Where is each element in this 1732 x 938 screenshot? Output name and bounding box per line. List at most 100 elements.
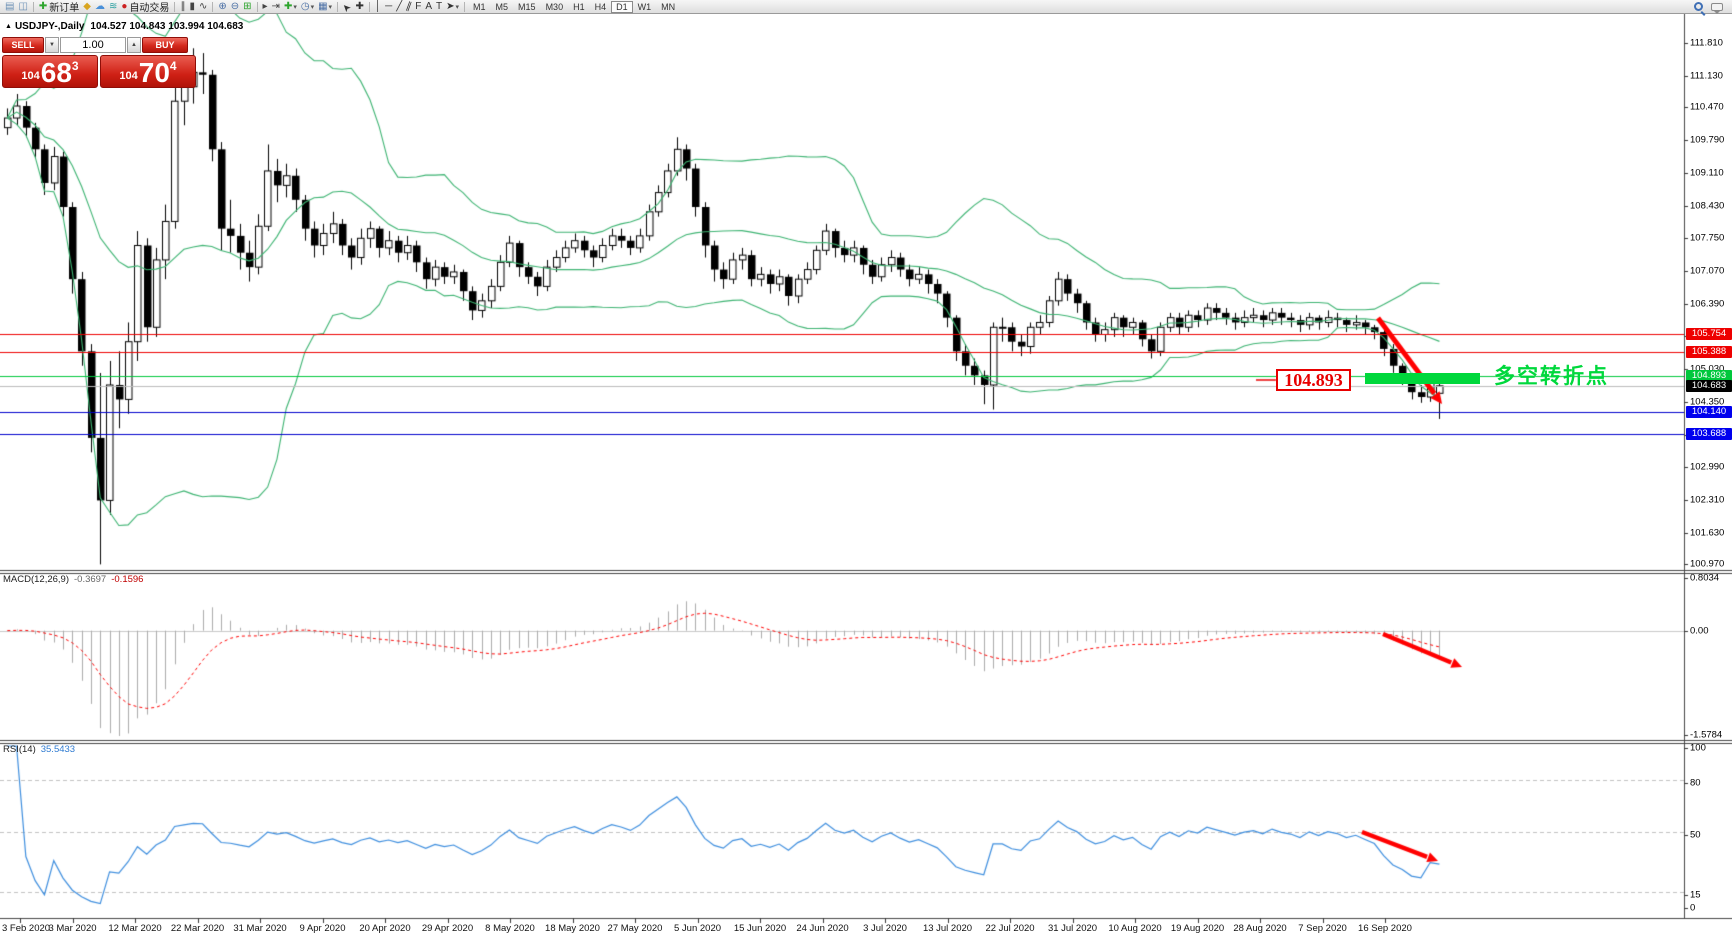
rsi-indicator-label: RSI(14)35.5433	[3, 744, 75, 755]
price-axis-label: 111.810	[1690, 38, 1723, 49]
timeframe-mn-button[interactable]: MN	[656, 1, 680, 13]
bar-chart-mode-icon: ∥	[180, 1, 185, 13]
price-axis-tag: 104.140	[1686, 406, 1732, 418]
date-axis-label: 31 Mar 2020	[233, 923, 286, 934]
chat-icon[interactable]	[1711, 3, 1723, 11]
date-axis-label: 22 Mar 2020	[171, 923, 224, 934]
chart-window-button[interactable]: ▤	[3, 1, 16, 13]
toolbar-right-group	[1694, 2, 1729, 11]
buy-button[interactable]: BUY	[142, 37, 188, 53]
volume-down-button[interactable]: ▼	[45, 37, 59, 53]
chart-window-icon: ▤	[5, 1, 14, 13]
timeframe-m1-button[interactable]: M1	[468, 1, 491, 13]
horizontal-line-button[interactable]: ─	[383, 1, 394, 13]
chart-shift-button[interactable]: ⇥	[270, 1, 282, 13]
autotrading-button[interactable]: ●自动交易	[119, 1, 171, 13]
sell-button[interactable]: SELL	[2, 37, 44, 53]
rsi-axis-label: 100	[1690, 743, 1706, 754]
signals-icon: ≋	[109, 1, 117, 13]
turning-point-bar	[1365, 373, 1480, 384]
one-click-trading-panel: SELL ▼ ▲ BUY 104 68 3 104 70 4	[2, 37, 198, 88]
cloud-button[interactable]: ☁	[93, 1, 107, 13]
zoom-out-icon: ⊖	[231, 1, 239, 13]
date-axis-label: 15 Jun 2020	[734, 923, 786, 934]
sell-price-panel[interactable]: 104 68 3	[2, 55, 98, 88]
price-axis-tag: 105.388	[1686, 346, 1732, 358]
data-window-button[interactable]: ◫	[16, 1, 29, 13]
date-axis-label: 12 Mar 2020	[108, 923, 161, 934]
volume-input[interactable]	[60, 37, 126, 53]
auto-scroll-icon: ▸	[263, 1, 268, 13]
periods-icon: ◷	[301, 1, 310, 13]
rsi-value: 35.5433	[41, 744, 75, 755]
channel-button[interactable]: ∥	[404, 1, 413, 13]
timeframe-h4-button[interactable]: H4	[590, 1, 612, 13]
new-order-button[interactable]: ✚新订单	[37, 1, 81, 13]
zoom-in-button[interactable]: ⊕	[216, 1, 228, 13]
zoom-in-icon: ⊕	[218, 1, 226, 13]
toolbar: ▤◫✚新订单◆☁≋●自动交易∥▮∿⊕⊖⊞▸⇥✚▾◷▾▦▾➤✚│─╱∥FAT➤▾M…	[0, 0, 1732, 14]
date-axis-label: 18 May 2020	[545, 923, 600, 934]
indicators-icon: ✚	[284, 1, 292, 13]
macd-main-value: -0.3697	[74, 574, 106, 585]
date-axis-label: 20 Apr 2020	[359, 923, 410, 934]
horizontal-line-icon: ─	[385, 1, 392, 13]
timeframe-h1-button[interactable]: H1	[568, 1, 590, 13]
search-icon[interactable]	[1694, 2, 1703, 11]
text-label-button[interactable]: T	[434, 1, 444, 13]
date-axis-label: 13 Jul 2020	[923, 923, 972, 934]
buy-price-panel[interactable]: 104 70 4	[100, 55, 196, 88]
vertical-line-button[interactable]: │	[373, 1, 383, 13]
sell-price-point: 3	[72, 59, 79, 73]
tile-windows-button[interactable]: ⊞	[241, 1, 253, 13]
price-axis-tag: 104.683	[1686, 380, 1732, 392]
timeframe-m15-button[interactable]: M15	[513, 1, 541, 13]
timeframe-w1-button[interactable]: W1	[633, 1, 657, 13]
data-window-icon: ◫	[18, 1, 27, 13]
volume-up-button[interactable]: ▲	[127, 37, 141, 53]
price-axis-tag: 105.754	[1686, 328, 1732, 340]
timeframe-m30-button[interactable]: M30	[541, 1, 569, 13]
market-button[interactable]: ◆	[81, 1, 93, 13]
line-mode-button[interactable]: ∿	[197, 1, 209, 13]
arrows-button[interactable]: ➤▾	[444, 1, 461, 13]
signals-button[interactable]: ≋	[107, 1, 119, 13]
timeframe-d1-button[interactable]: D1	[611, 1, 633, 13]
crosshair-button[interactable]: ✚	[353, 1, 365, 13]
date-axis-label: 7 Sep 2020	[1298, 923, 1347, 934]
macd-signal-value: -0.1596	[111, 574, 143, 585]
zoom-out-button[interactable]: ⊖	[229, 1, 241, 13]
text-icon: A	[425, 1, 432, 13]
chevron-down-icon: ▾	[293, 3, 297, 11]
rsi-axis-label: 80	[1690, 778, 1701, 789]
trendline-button[interactable]: ╱	[394, 1, 404, 13]
date-axis-label: 27 May 2020	[608, 923, 663, 934]
price-axis-label: 110.470	[1690, 102, 1724, 113]
indicators-button[interactable]: ✚▾	[282, 1, 299, 13]
date-axis-label: 3 Jul 2020	[863, 923, 907, 934]
fibonacci-button[interactable]: F	[413, 1, 423, 13]
cloud-icon: ☁	[95, 1, 105, 13]
candle-mode-button[interactable]: ▮	[187, 1, 197, 13]
price-axis-label: 102.990	[1690, 462, 1724, 473]
vertical-line-icon: │	[375, 1, 381, 13]
macd-axis-label: 0.8034	[1690, 573, 1719, 584]
price-axis-label: 108.430	[1690, 200, 1724, 211]
timeframe-m5-button[interactable]: M5	[491, 1, 514, 13]
cursor-button[interactable]: ➤	[341, 1, 353, 13]
periods-button[interactable]: ◷▾	[299, 1, 316, 13]
symbol-period-label: USDJPY-,Daily	[15, 21, 84, 32]
bar-chart-mode-button[interactable]: ∥	[178, 1, 187, 13]
market-icon: ◆	[83, 1, 91, 13]
toolbar-separator	[257, 2, 258, 12]
chart-canvas[interactable]	[0, 14, 1732, 938]
chevron-down-icon: ▾	[311, 3, 315, 11]
toolbar-separator	[174, 2, 175, 12]
templates-button[interactable]: ▦▾	[316, 1, 334, 13]
fibonacci-icon: F	[415, 1, 421, 13]
price-axis-label: 102.310	[1690, 494, 1724, 505]
price-axis-tag: 103.688	[1686, 428, 1732, 440]
text-label-icon: T	[436, 1, 442, 13]
auto-scroll-button[interactable]: ▸	[261, 1, 270, 13]
text-button[interactable]: A	[423, 1, 434, 13]
